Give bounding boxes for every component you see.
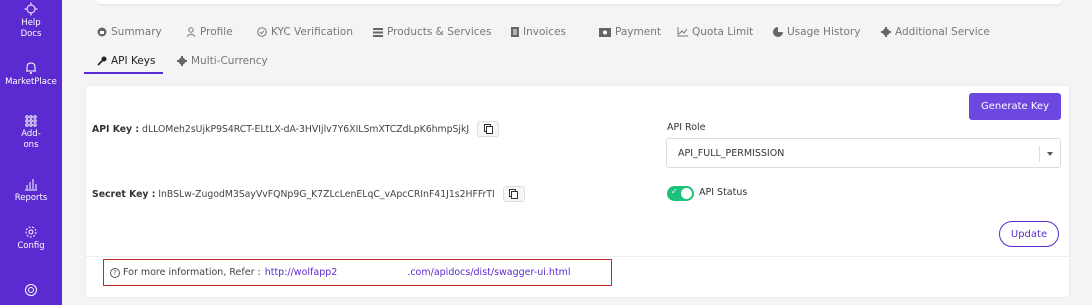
- sidebar-item-label: Config: [17, 241, 45, 251]
- api-status-toggle[interactable]: ✓: [667, 186, 694, 201]
- sidebar-item-marketplace[interactable]: MarketPlace: [0, 61, 62, 88]
- sidebar-item-addons[interactable]: Add- ons: [0, 115, 62, 151]
- api-key-row: API Key : dLLOMeh2sUjkP9S4RCT-ELtLX-dA-3…: [92, 121, 500, 137]
- key-icon: [97, 56, 107, 66]
- info-notice: ? For more information, Refer : http://w…: [103, 259, 612, 286]
- sidebar-item-label: Add-: [21, 129, 41, 139]
- tab-label: Products & Services: [387, 26, 492, 38]
- tab-quota-limit[interactable]: Quota Limit: [677, 26, 753, 38]
- summary-icon: [97, 27, 107, 37]
- tab-label: Invoices: [523, 26, 567, 38]
- tab-payment[interactable]: Payment: [599, 26, 661, 38]
- active-tab-indicator: [84, 72, 163, 74]
- copy-api-key-button[interactable]: [477, 121, 500, 137]
- reports-icon: [25, 179, 37, 191]
- check-circle-icon: [257, 27, 267, 37]
- sidebar-item-label: Reports: [14, 193, 48, 203]
- docs-link-part1[interactable]: http://wolfapp2: [265, 267, 338, 278]
- sidebar-item-support[interactable]: [0, 283, 62, 299]
- sidebar-item-reports[interactable]: Reports: [0, 178, 62, 204]
- caret-down-icon: [1047, 152, 1053, 156]
- help-circle-icon: ?: [110, 267, 120, 278]
- secret-key-row: Secret Key : lnBSLw-ZugodM3SayVvFQNp9G_K…: [92, 186, 525, 202]
- tab-summary[interactable]: Summary: [97, 26, 162, 38]
- tab-label: API Keys: [111, 55, 156, 67]
- copy-icon: [483, 124, 493, 134]
- tab-label: Payment: [615, 26, 661, 38]
- sidebar: Help Docs MarketPlace Add- ons Reports C…: [0, 0, 62, 305]
- secret-key-value: lnBSLw-ZugodM3SayVvFQNp9G_K7ZLcLenELqC_v…: [158, 188, 495, 200]
- top-card-edge: [96, 0, 1062, 4]
- tab-api-keys[interactable]: API Keys: [97, 55, 155, 67]
- support-icon: [25, 284, 37, 296]
- sidebar-item-label: Help: [21, 18, 41, 28]
- info-text: For more information, Refer :: [123, 267, 261, 278]
- api-role-label: API Role: [667, 122, 706, 133]
- list-icon: [373, 27, 383, 37]
- sidebar-item-label: MarketPlace: [5, 77, 57, 87]
- update-button[interactable]: Update: [999, 221, 1059, 247]
- addons-icon: [25, 115, 37, 127]
- tab-products-services[interactable]: Products & Services: [373, 26, 491, 38]
- help-docs-icon: [24, 2, 38, 16]
- api-role-select[interactable]: API_FULL_PERMISSION: [666, 138, 1061, 168]
- tab-label: Additional Service: [895, 26, 990, 38]
- gear-icon: [177, 56, 187, 66]
- api-role-value: API_FULL_PERMISSION: [678, 147, 785, 159]
- divider: [86, 256, 1069, 257]
- tab-label: Quota Limit: [692, 26, 754, 38]
- select-separator: [1039, 146, 1040, 162]
- api-key-label: API Key :: [92, 123, 140, 135]
- tab-label: Multi-Currency: [191, 55, 268, 67]
- config-icon: [25, 226, 37, 238]
- line-chart-icon: [677, 27, 688, 37]
- sidebar-item-config[interactable]: Config: [0, 225, 62, 252]
- secret-key-label: Secret Key :: [92, 188, 156, 200]
- money-icon: [599, 27, 611, 37]
- sidebar-item-label: Docs: [20, 29, 42, 39]
- tab-additional-service[interactable]: Additional Service: [881, 26, 990, 38]
- check-icon: ✓: [671, 187, 678, 196]
- tab-profile[interactable]: Profile: [186, 26, 233, 38]
- tab-label: Usage History: [787, 26, 861, 38]
- tab-multi-currency[interactable]: Multi-Currency: [177, 55, 268, 67]
- tab-invoices[interactable]: Invoices: [511, 26, 566, 38]
- invoice-icon: [511, 27, 519, 37]
- tab-usage-history[interactable]: Usage History: [773, 26, 860, 38]
- gear-icon: [881, 27, 891, 37]
- copy-icon: [509, 189, 519, 199]
- generate-key-button[interactable]: Generate Key: [969, 93, 1061, 120]
- tab-label: Profile: [200, 26, 233, 38]
- copy-secret-key-button[interactable]: [502, 186, 525, 202]
- sidebar-item-help-docs[interactable]: Help Docs: [0, 2, 62, 40]
- profile-icon: [186, 27, 196, 37]
- api-key-value: dLLOMeh2sUjkP9S4RCT-ELtLX-dA-3HVIjlv7Y6X…: [142, 123, 470, 135]
- toggle-knob: [681, 188, 692, 199]
- tab-kyc-verification[interactable]: KYC Verification: [257, 26, 353, 38]
- tab-label: Summary: [111, 26, 162, 38]
- tab-label: KYC Verification: [271, 26, 354, 38]
- pie-chart-icon: [773, 27, 783, 37]
- api-status-label: API Status: [699, 187, 748, 198]
- sidebar-item-label: ons: [23, 140, 39, 150]
- marketplace-icon: [26, 62, 36, 74]
- docs-link-part2[interactable]: .com/apidocs/dist/swagger-ui.html: [407, 267, 570, 278]
